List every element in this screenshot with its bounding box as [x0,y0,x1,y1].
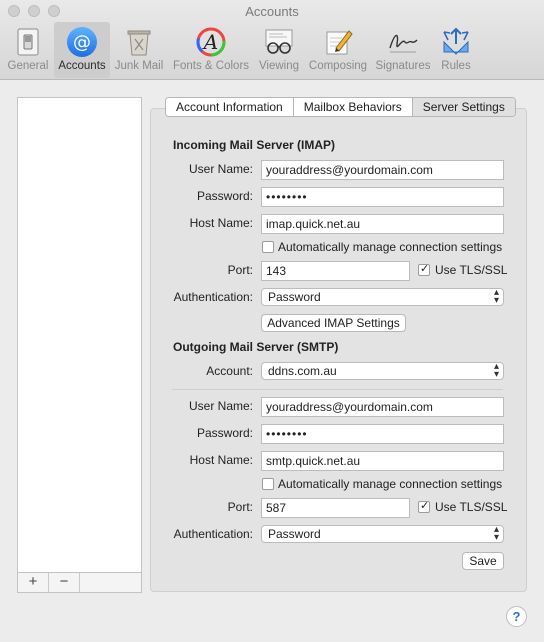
svg-text:@: @ [73,32,91,53]
toolbar-label: Composing [308,60,368,72]
outgoing-auth-popup[interactable]: Password ▴ ▾ [261,525,504,543]
outgoing-auth-label: Authentication: [173,527,253,541]
toolbar-label: Accounts [58,60,106,72]
incoming-user-label: User Name: [188,162,253,176]
toolbar-label: Signatures [375,60,431,72]
account-tabs: Account Information Mailbox Behaviors Se… [165,97,516,117]
remove-account-button[interactable]: − [49,573,80,592]
outgoing-auto-manage-label: Automatically manage connection settings [278,477,503,491]
incoming-host-label: Host Name: [189,216,253,230]
help-button[interactable]: ? [506,606,527,627]
popup-arrows-icon: ▴ ▾ [493,524,499,543]
outgoing-host-field[interactable]: smtp.quick.net.au [261,451,504,471]
incoming-auth-label: Authentication: [173,290,253,304]
incoming-auto-manage-checkbox[interactable] [262,241,274,253]
window-title: Accounts [245,4,299,19]
window-toolbar: Accounts General @ Accounts Junk Mail A … [0,0,544,80]
outgoing-password-field[interactable]: •••••••• [261,424,504,444]
popup-arrows-icon: ▴ ▾ [493,287,499,306]
tab-server-settings[interactable]: Server Settings [412,98,515,116]
outgoing-host-label: Host Name: [189,453,253,467]
incoming-section-title: Incoming Mail Server (IMAP) [173,138,336,152]
signature-icon [389,34,418,53]
outgoing-password-label: Password: [196,426,253,440]
toolbar-composing[interactable]: Composing [306,22,370,78]
advanced-imap-settings-button[interactable]: Advanced IMAP Settings [261,314,406,332]
incoming-tls-label: Use TLS/SSL [435,263,508,277]
incoming-host-field[interactable]: imap.quick.net.au [261,214,504,234]
outgoing-auth-value: Password [268,527,321,541]
toolbar-fonts-colors[interactable]: A Fonts & Colors [170,22,252,78]
outgoing-port-label: Port: [227,500,253,514]
outgoing-port-field[interactable]: 587 [261,498,410,518]
outgoing-user-field[interactable]: youraddress@yourdomain.com [261,397,504,417]
general-switch-icon [17,28,39,56]
toolbar-viewing[interactable]: Viewing [254,22,304,78]
rules-arrows-icon [443,27,469,55]
tab-mailbox-behaviors[interactable]: Mailbox Behaviors [293,98,413,116]
incoming-password-label: Password: [196,189,253,203]
toolbar-label: Rules [441,60,471,72]
incoming-auto-manage-label: Automatically manage connection settings [278,240,503,254]
toolbar-junk-mail[interactable]: Junk Mail [112,22,166,78]
popup-arrows-icon: ▴ ▾ [493,361,499,380]
outgoing-tls-checkbox[interactable] [418,499,430,513]
outgoing-account-popup[interactable]: ddns.com.au ▴ ▾ [261,362,504,380]
outgoing-account-value: ddns.com.au [268,364,337,378]
section-divider [172,389,503,390]
save-button[interactable]: Save [462,552,504,570]
accounts-list-controls: + − [17,572,142,593]
outgoing-user-label: User Name: [188,399,253,413]
toolbar-label: General [7,60,49,72]
toolbar-rules[interactable]: Rules [436,22,476,78]
trash-can-icon [127,30,151,56]
toolbar-label: Viewing [258,60,300,72]
at-sign-icon: @ [67,27,97,57]
outgoing-auto-manage-checkbox[interactable] [262,478,274,490]
incoming-password-field[interactable]: •••••••• [261,187,504,207]
incoming-auth-popup[interactable]: Password ▴ ▾ [261,288,504,306]
compose-pencil-icon [326,30,353,55]
outgoing-account-label: Account: [206,364,253,378]
incoming-port-label: Port: [227,263,253,277]
incoming-auth-value: Password [268,290,321,304]
incoming-port-field[interactable]: 143 [261,261,410,281]
tab-account-information[interactable]: Account Information [166,98,294,116]
incoming-tls-checkbox[interactable] [418,262,430,276]
toolbar-label: Fonts & Colors [172,60,250,72]
svg-text:A: A [202,30,218,54]
outgoing-tls-label: Use TLS/SSL [435,500,508,514]
fonts-colors-icon: A [196,27,226,57]
toolbar-accounts[interactable]: @ Accounts [54,22,110,78]
outgoing-section-title: Outgoing Mail Server (SMTP) [173,340,339,354]
toolbar-label: Junk Mail [114,60,164,72]
glasses-icon [265,29,293,54]
add-account-button[interactable]: + [18,573,49,592]
toolbar-signatures[interactable]: Signatures [372,22,434,78]
toolbar-general[interactable]: General [4,22,52,78]
incoming-user-field[interactable]: youraddress@yourdomain.com [261,160,504,180]
